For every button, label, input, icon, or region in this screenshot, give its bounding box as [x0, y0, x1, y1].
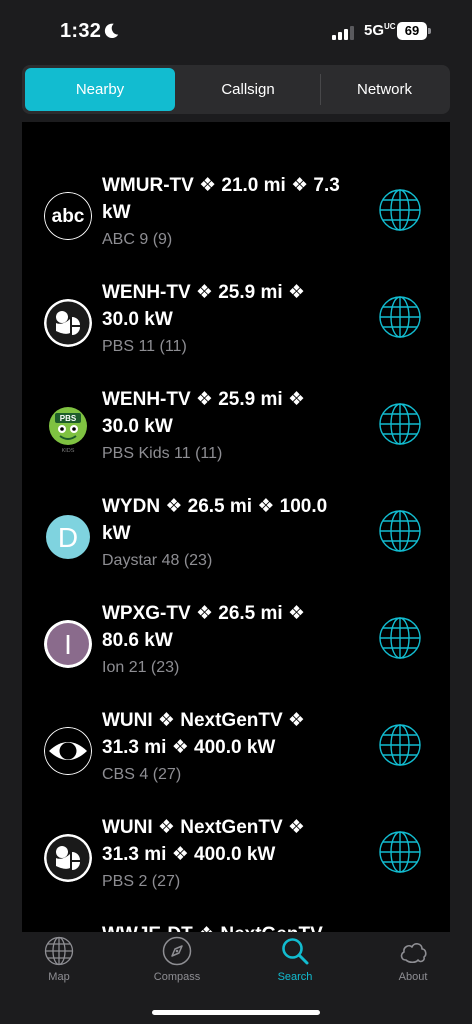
status-bar: 1:32 5GUC 69 — [0, 0, 472, 62]
station-subtitle: Daystar 48 (23) — [102, 552, 213, 569]
tab-label: About — [398, 971, 428, 983]
station-subtitle: PBS Kids 11 (11) — [102, 445, 223, 462]
svg-text:D: D — [58, 522, 78, 553]
station-row[interactable]: I WPXG-TV ❖ 26.5 mi ❖ 80.6 kW Ion 21 (23… — [22, 600, 450, 707]
search-icon — [282, 938, 309, 965]
tab-search[interactable]: Search — [236, 936, 354, 996]
globe-icon[interactable] — [379, 403, 421, 445]
segment-nearby[interactable]: Nearby — [25, 68, 175, 111]
status-time: 1:32 — [60, 20, 102, 42]
segment-network[interactable]: Network — [322, 68, 447, 111]
station-title: WUNI ❖ NextGenTV ❖ 31.3 mi ❖ 400.0 kW — [102, 817, 305, 865]
station-subtitle: CBS 4 (27) — [102, 766, 182, 783]
station-title: WENH-TV ❖ 25.9 mi ❖ 30.0 kW — [102, 282, 305, 330]
home-indicator — [152, 1010, 320, 1015]
moon-icon — [104, 23, 119, 39]
station-title: WYDN ❖ 26.5 mi ❖ 100.0 kW — [102, 496, 328, 544]
globe-icon[interactable] — [379, 831, 421, 873]
tab-compass[interactable]: Compass — [118, 936, 236, 996]
station-subtitle: PBS 11 (11) — [102, 338, 187, 355]
station-title: WUNI ❖ NextGenTV ❖ 31.3 mi ❖ 400.0 kW — [102, 710, 305, 758]
cbs-logo-icon — [44, 727, 92, 775]
battery-icon: 69 — [397, 22, 431, 40]
station-row[interactable]: WWJE-DT ❖ NextGenTV ❖ — [22, 921, 450, 932]
station-list[interactable]: abc WMUR-TV ❖ 21.0 mi ❖ 7.3 kW ABC 9 (9)… — [22, 122, 450, 932]
station-title: WMUR-TV ❖ 21.0 mi ❖ 7.3 kW — [102, 175, 340, 223]
station-title: WWJE-DT ❖ NextGenTV ❖ — [102, 921, 342, 932]
station-row[interactable]: PBS KIDS WENH-TV ❖ 25.9 mi ❖ 30.0 kW PBS… — [22, 386, 450, 493]
station-subtitle: Ion 21 (23) — [102, 659, 180, 676]
pbs-logo-icon — [44, 834, 92, 882]
svg-text:I: I — [64, 629, 72, 660]
tab-label: Map — [48, 971, 70, 983]
segment-callsign[interactable]: Callsign — [177, 68, 319, 111]
station-title: WPXG-TV ❖ 26.5 mi ❖ 80.6 kW — [102, 603, 305, 651]
station-row[interactable]: WUNI ❖ NextGenTV ❖ 31.3 mi ❖ 400.0 kW PB… — [22, 814, 450, 921]
globe-icon[interactable] — [379, 296, 421, 338]
compass-icon — [162, 936, 192, 966]
tab-about[interactable]: About — [354, 936, 472, 996]
station-row[interactable]: D WYDN ❖ 26.5 mi ❖ 100.0 kW Daystar 48 (… — [22, 493, 450, 600]
filter-segmented-control: Nearby Callsign Network — [22, 65, 450, 114]
svg-text:PBS: PBS — [60, 414, 77, 423]
pbs-kids-logo-icon: PBS KIDS — [49, 407, 87, 454]
svg-text:KIDS: KIDS — [62, 448, 75, 454]
network-type: 5GUC — [364, 22, 396, 39]
globe-icon[interactable] — [379, 510, 421, 552]
tab-map[interactable]: Map — [0, 936, 118, 996]
station-row[interactable]: WUNI ❖ NextGenTV ❖ 31.3 mi ❖ 400.0 kW CB… — [22, 707, 450, 814]
station-title: WENH-TV ❖ 25.9 mi ❖ 30.0 kW — [102, 389, 305, 437]
globe-icon — [44, 936, 74, 966]
svg-text:abc: abc — [52, 206, 85, 227]
tab-label: Search — [277, 971, 313, 983]
daystar-logo-icon: D — [46, 515, 90, 559]
pbs-logo-icon — [44, 299, 92, 347]
globe-icon[interactable] — [379, 617, 421, 659]
station-subtitle: ABC 9 (9) — [102, 231, 173, 248]
station-row[interactable]: abc WMUR-TV ❖ 21.0 mi ❖ 7.3 kW ABC 9 (9) — [22, 172, 450, 279]
segment-divider — [320, 74, 321, 105]
globe-icon[interactable] — [379, 189, 421, 231]
station-row[interactable]: WENH-TV ❖ 25.9 mi ❖ 30.0 kW PBS 11 (11) — [22, 279, 450, 386]
cellular-signal-icon — [332, 26, 356, 40]
battery-level: 69 — [397, 22, 427, 40]
abc-logo-icon: abc — [44, 192, 92, 240]
ion-logo-icon: I — [44, 620, 92, 668]
station-subtitle: PBS 2 (27) — [102, 873, 181, 890]
cloud-icon — [400, 943, 427, 964]
globe-icon[interactable] — [379, 724, 421, 766]
tab-label: Compass — [153, 971, 201, 983]
